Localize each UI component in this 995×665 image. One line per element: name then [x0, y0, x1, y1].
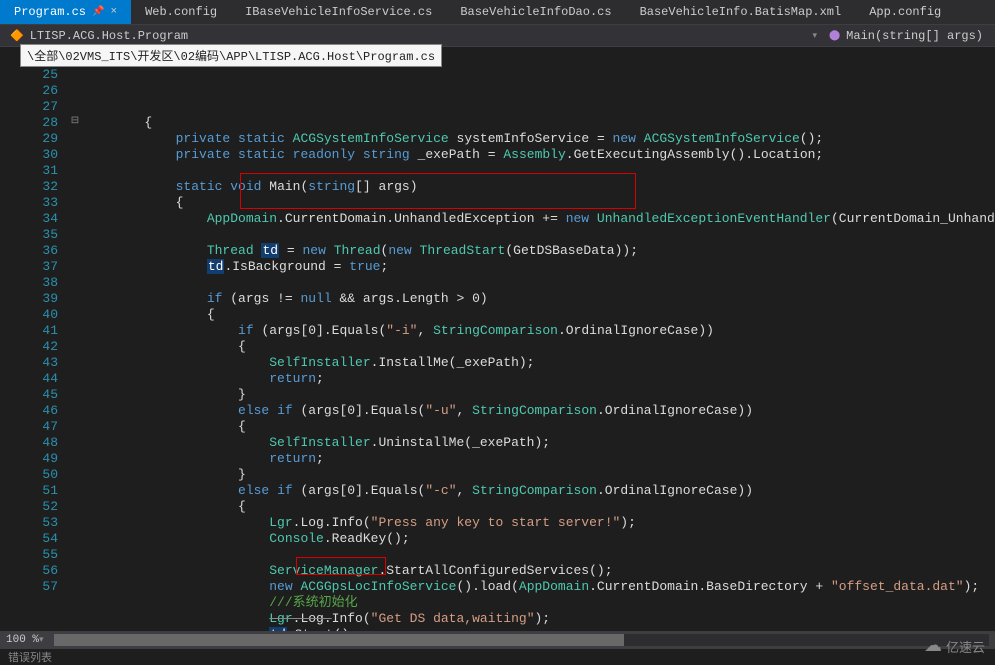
zoom-bar: 100 % ▾	[0, 631, 995, 649]
line-numbers: 2425262728293031323334353637383940414243…	[0, 47, 68, 631]
method-icon: ⬤	[829, 30, 840, 42]
zoom-dropdown-icon[interactable]: ▾	[39, 635, 44, 645]
breadcrumb-class[interactable]: LTISP.ACG.Host.Program	[30, 29, 188, 43]
class-icon: 🔶	[10, 29, 24, 43]
editor: 2425262728293031323334353637383940414243…	[0, 47, 995, 631]
horizontal-scrollbar[interactable]	[54, 634, 989, 646]
cloud-icon: ☁	[924, 635, 942, 657]
tab-bar: Program.cs📌× Web.config IBaseVehicleInfo…	[0, 0, 995, 25]
tab-ibase-service[interactable]: IBaseVehicleInfoService.cs	[231, 0, 446, 24]
watermark: ☁ 亿速云	[924, 635, 985, 657]
path-tooltip: \全部\02VMS_ITS\开发区\02编码\APP\LTISP.ACG.Hos…	[20, 44, 442, 67]
fold-column: ⊟	[68, 47, 82, 631]
breadcrumb-method[interactable]: Main(string[] args)	[846, 29, 983, 43]
tab-web-config[interactable]: Web.config	[131, 0, 231, 24]
tab-app-config[interactable]: App.config	[855, 0, 955, 24]
tab-base-dao[interactable]: BaseVehicleInfoDao.cs	[446, 0, 625, 24]
status-bar[interactable]: 错误列表	[0, 649, 995, 663]
tab-batismap[interactable]: BaseVehicleInfo.BatisMap.xml	[626, 0, 856, 24]
close-icon[interactable]: ×	[110, 6, 117, 18]
code-area[interactable]: { private static ACGSystemInfoService sy…	[82, 47, 995, 631]
pin-icon[interactable]: 📌	[92, 6, 104, 18]
scroll-thumb[interactable]	[54, 634, 624, 646]
tab-program-cs[interactable]: Program.cs📌×	[0, 0, 131, 24]
zoom-level[interactable]: 100 %	[6, 634, 39, 646]
